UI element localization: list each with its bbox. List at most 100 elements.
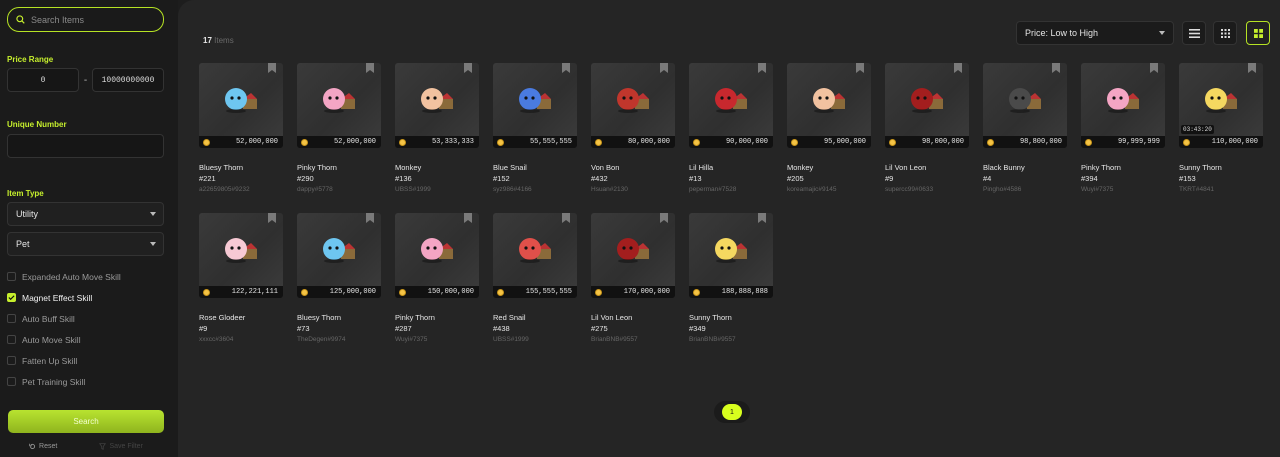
item-price: 98,000,000 (921, 138, 964, 146)
item-name: Sunny Thorn (1179, 163, 1222, 172)
reset-label: Reset (39, 443, 58, 450)
item-card[interactable]: 99,999,999 Pinky Thorn #394 Wuyi#7375 (1081, 63, 1165, 195)
bookmark-icon[interactable] (1248, 63, 1256, 73)
checkbox-icon[interactable] (7, 356, 16, 365)
bookmark-icon[interactable] (758, 213, 766, 223)
price-min-input[interactable] (7, 68, 79, 92)
search-input[interactable] (31, 14, 151, 25)
unique-number-input[interactable] (7, 134, 164, 158)
skill-checkbox-row[interactable]: Fatten Up Skill (7, 350, 171, 371)
bookmark-icon[interactable] (366, 63, 374, 73)
pet-sprite (911, 87, 943, 113)
item-card[interactable]: 52,000,000 Pinky Thorn #290 dappy#5778 (297, 63, 381, 195)
coin-icon (497, 138, 504, 146)
checkbox-icon[interactable] (7, 272, 16, 281)
checkbox-checked-icon[interactable] (7, 293, 16, 302)
bookmark-icon[interactable] (856, 63, 864, 73)
item-name: Lil Von Leon (885, 163, 927, 172)
bookmark-icon[interactable] (562, 213, 570, 223)
grid-small-icon (1220, 28, 1230, 38)
item-card[interactable]: 90,000,000 Lil Hilla #13 peperman#7528 (689, 63, 773, 195)
bookmark-icon[interactable] (562, 63, 570, 73)
price-range-label: Price Range (7, 55, 54, 64)
item-number: #438 (493, 324, 510, 333)
result-count-suffix: Items (214, 36, 234, 45)
item-card[interactable]: 150,000,000 Pinky Thorn #287 Wuyi#7375 (395, 213, 479, 345)
skill-checkbox-row[interactable]: Auto Move Skill (7, 329, 171, 350)
checkbox-icon[interactable] (7, 377, 16, 386)
checkbox-icon[interactable] (7, 314, 16, 323)
item-card[interactable]: 170,000,000 Lil Von Leon #275 BrianBNB#9557 (591, 213, 675, 345)
bookmark-icon[interactable] (1052, 63, 1060, 73)
skill-checkbox-row[interactable]: Expanded Auto Move Skill (7, 266, 171, 287)
bookmark-icon[interactable] (366, 213, 374, 223)
coin-icon (301, 138, 308, 146)
search-button[interactable]: Search (8, 410, 164, 433)
item-card[interactable]: 155,555,555 Red Snail #438 UBSS#1999 (493, 213, 577, 345)
item-seller: Pingho#4586 (983, 186, 1022, 193)
item-card[interactable]: 188,888,888 Sunny Thorn #349 BrianBNB#9557 (689, 213, 773, 345)
item-number: #4 (983, 174, 992, 183)
item-seller: Wuyi#7375 (1081, 186, 1114, 193)
item-name: Pinky Thorn (297, 163, 337, 172)
item-name: Sunny Thorn (689, 313, 732, 322)
result-count-number: 17 (203, 36, 212, 45)
item-subtype-value: Pet (16, 239, 30, 249)
bookmark-icon[interactable] (1150, 63, 1158, 73)
pet-sprite (1205, 87, 1237, 113)
coin-icon (399, 288, 406, 296)
item-price: 80,000,000 (627, 138, 670, 146)
skill-checkbox-row[interactable]: Auto Buff Skill (7, 308, 171, 329)
pet-sprite (519, 87, 551, 113)
item-card[interactable]: 95,000,000 Monkey #205 koreamajic#9145 (787, 63, 871, 195)
bookmark-icon[interactable] (268, 63, 276, 73)
reset-button[interactable]: Reset (29, 443, 57, 450)
skill-label: Auto Move Skill (22, 334, 81, 345)
bookmark-icon[interactable] (954, 63, 962, 73)
coin-icon (1183, 138, 1190, 146)
price-bar: 90,000,000 (689, 136, 773, 148)
bookmark-icon[interactable] (660, 63, 668, 73)
large-grid-view-button[interactable] (1246, 21, 1270, 45)
bookmark-icon[interactable] (758, 63, 766, 73)
pet-sprite (1107, 87, 1139, 113)
price-bar: 110,000,000 (1179, 136, 1263, 148)
reset-icon (29, 443, 36, 449)
skill-checkbox-row[interactable]: Pet Training Skill (7, 371, 171, 392)
list-view-button[interactable] (1182, 21, 1206, 45)
pet-sprite (715, 237, 747, 263)
item-card[interactable]: 53,333,333 Monkey #136 UBSS#1999 (395, 63, 479, 195)
page-1-button[interactable]: 1 (722, 404, 742, 420)
skill-checkbox-row[interactable]: Magnet Effect Skill (7, 287, 171, 308)
skill-label: Auto Buff Skill (22, 313, 75, 324)
item-card[interactable]: 80,000,000 Von Bon #432 Hsuan#2130 (591, 63, 675, 195)
item-card[interactable]: 125,000,000 Bluesy Thorn #73 TheDegen#9974 (297, 213, 381, 345)
results-panel: 17 Items Price: Low to High 52,000,000 Bl… (178, 0, 1280, 457)
sort-select[interactable]: Price: Low to High (1016, 21, 1174, 45)
search-box[interactable] (7, 7, 164, 32)
bookmark-icon[interactable] (464, 213, 472, 223)
bookmark-icon[interactable] (268, 213, 276, 223)
bookmark-icon[interactable] (464, 63, 472, 73)
item-price: 95,000,000 (823, 138, 866, 146)
item-image (983, 63, 1067, 136)
item-card[interactable]: 98,000,000 Lil Von Leon #9 supercc99#0633 (885, 63, 969, 195)
bookmark-icon[interactable] (660, 213, 668, 223)
item-type-select[interactable]: Utility (7, 202, 164, 226)
skill-label: Pet Training Skill (22, 376, 86, 387)
price-max-input[interactable] (92, 68, 164, 92)
price-bar: 99,999,999 (1081, 136, 1165, 148)
search-icon (16, 15, 25, 24)
price-bar: 155,555,555 (493, 286, 577, 298)
item-card[interactable]: 55,555,555 Blue Snail #152 syz986#4166 (493, 63, 577, 195)
item-card[interactable]: 122,221,111 Rose Glodeer #9 xxxcc#3604 (199, 213, 283, 345)
checkbox-icon[interactable] (7, 335, 16, 344)
save-filter-button[interactable]: Save Filter (99, 443, 143, 450)
item-card[interactable]: 98,800,000 Black Bunny #4 Pingho#4586 (983, 63, 1067, 195)
price-bar: 125,000,000 (297, 286, 381, 298)
item-card[interactable]: 52,000,000 Bluesy Thorn #221 a22659805#9232 (199, 63, 283, 195)
item-subtype-select[interactable]: Pet (7, 232, 164, 256)
small-grid-view-button[interactable] (1213, 21, 1237, 45)
item-card[interactable]: 03:43:20 110,000,000 Sunny Thorn #153 TKRT#4… (1179, 63, 1263, 195)
item-name: Lil Von Leon (591, 313, 633, 322)
